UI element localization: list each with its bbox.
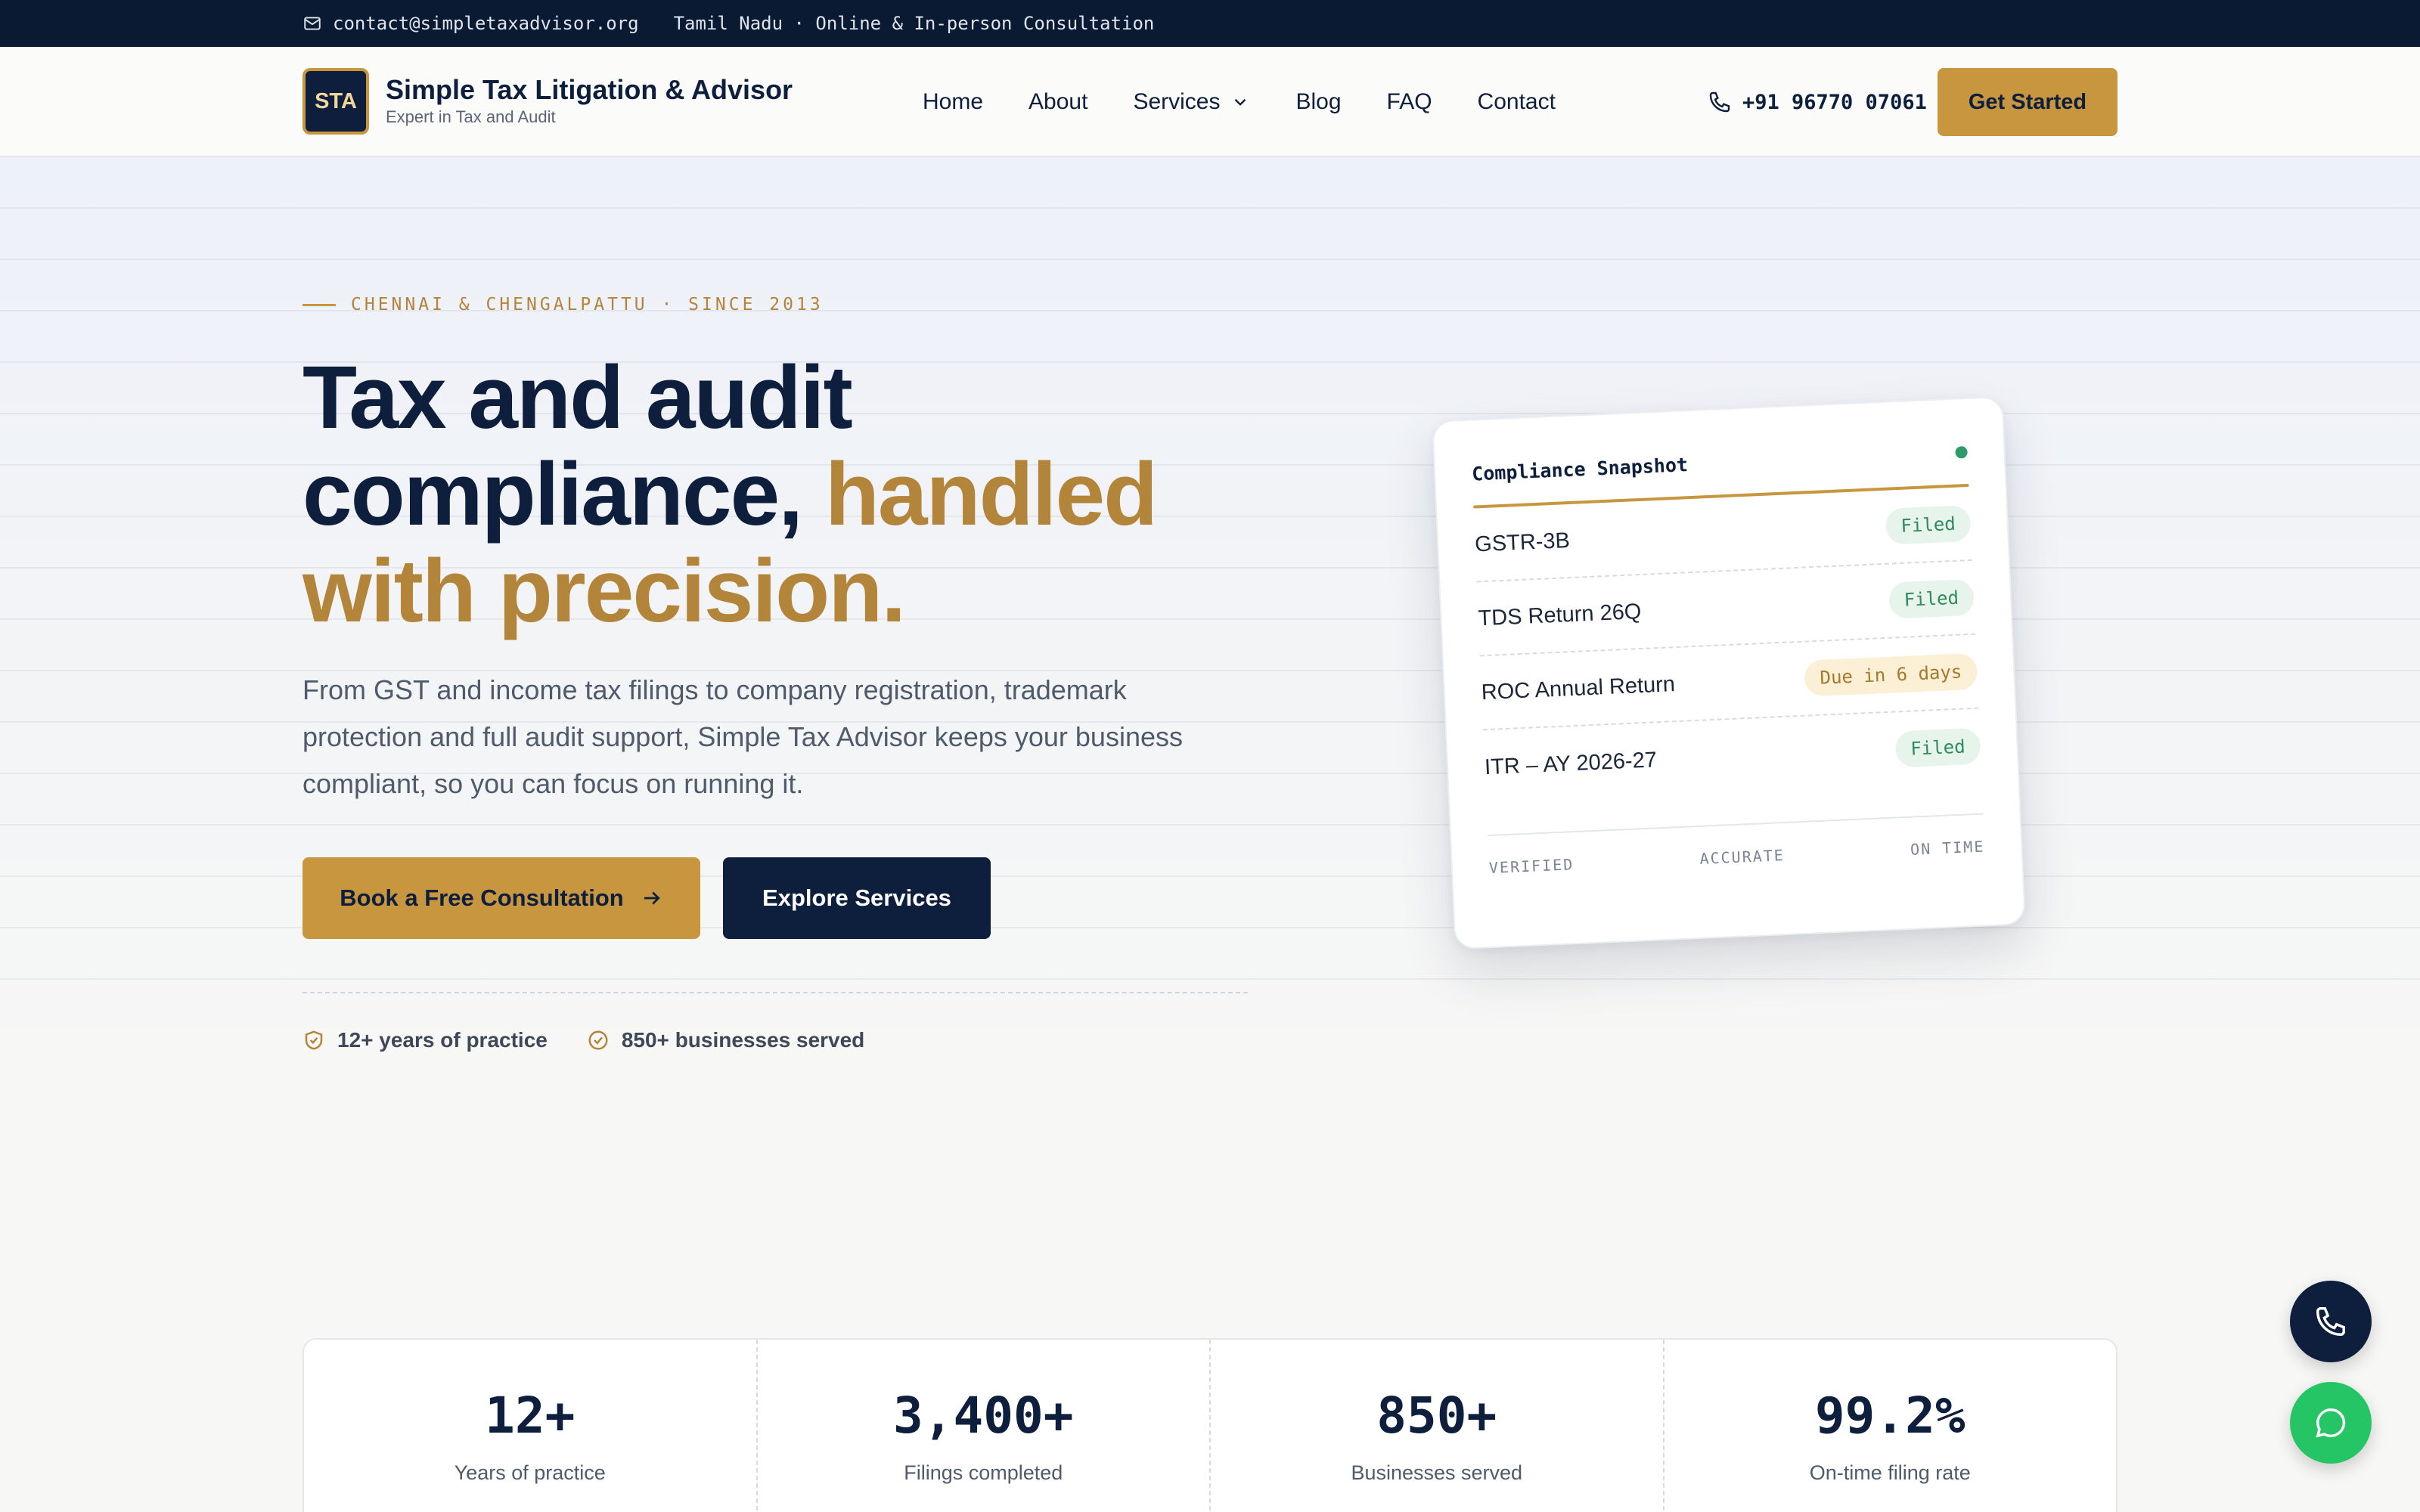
mail-icon — [304, 17, 321, 30]
book-consultation-button[interactable]: Book a Free Consultation — [302, 857, 700, 939]
nav-services-label: Services — [1133, 89, 1221, 114]
phone-icon — [2316, 1307, 2345, 1336]
trust-badges: 12+ years of practice 850+ businesses se… — [302, 1028, 864, 1052]
stat-label: Businesses served — [1351, 1461, 1523, 1484]
nav-contact[interactable]: Contact — [1478, 89, 1556, 115]
nav-faq[interactable]: FAQ — [1387, 89, 1432, 115]
hero-eyebrow: CHENNAI & CHENGALPATTU · SINCE 2013 — [302, 295, 824, 314]
shield-check-icon — [305, 1030, 323, 1050]
chevron-down-icon — [1235, 98, 1246, 106]
nav-home[interactable]: Home — [923, 89, 983, 115]
explore-services-button[interactable]: Explore Services — [723, 857, 991, 939]
status-badge: Due in 6 days — [1804, 652, 1978, 697]
stat-value: 99.2% — [1814, 1387, 1965, 1445]
status-badge: Filed — [1885, 504, 1972, 545]
card-footer: VERIFIED ACCURATE ON TIME — [1488, 813, 1985, 878]
book-consultation-label: Book a Free Consultation — [340, 885, 624, 911]
check-circle-icon — [588, 1030, 608, 1050]
status-badge: Filed — [1888, 578, 1975, 619]
brand-tagline: Expert in Tax and Audit — [386, 107, 556, 126]
footer-accurate: ACCURATE — [1699, 846, 1786, 868]
trust-item: 12+ years of practice — [302, 1028, 548, 1052]
stat-label: On-time filing rate — [1809, 1461, 1971, 1484]
whatsapp-fab-button[interactable] — [2290, 1382, 2372, 1464]
hero-divider — [302, 992, 1248, 993]
call-fab-button[interactable] — [2290, 1281, 2372, 1362]
eyebrow-text: CHENNAI & CHENGALPATTU · SINCE 2013 — [351, 295, 824, 314]
card-title: Compliance Snapshot — [1471, 453, 1689, 485]
footer-on-time: ON TIME — [1910, 837, 1985, 859]
trust-item: 850+ businesses served — [587, 1028, 864, 1052]
stat-value: 3,400+ — [893, 1387, 1074, 1445]
stat-item: 3,400+ Filings completed — [758, 1340, 1211, 1512]
chat-bubble-icon — [2316, 1408, 2346, 1438]
topbar-region: Tamil Nadu · Online & In-person Consulta… — [673, 13, 1155, 34]
hero-title-line2: compliance, — [302, 445, 803, 544]
stat-label: Years of practice — [454, 1461, 606, 1484]
stat-value: 12+ — [485, 1387, 576, 1445]
header-phone-number: +91 96770 07061 — [1742, 90, 1927, 114]
logo[interactable]: STA — [302, 68, 369, 135]
stat-item: 99.2% On-time filing rate — [1665, 1340, 2117, 1512]
main-nav: Home About Services Blog FAQ Contact — [923, 47, 1556, 157]
header-phone[interactable]: +91 96770 07061 — [1708, 47, 1927, 157]
site-header: STA Simple Tax Litigation & Advisor Expe… — [0, 47, 2420, 157]
topbar-email-text: contact@simpletaxadvisor.org — [333, 13, 639, 34]
hero-lede: From GST and income tax filings to compa… — [302, 674, 1183, 799]
stat-label: Filings completed — [904, 1461, 1063, 1484]
eyebrow-line — [302, 303, 336, 306]
compliance-snapshot-card: Compliance Snapshot GSTR-3B Filed TDS Re… — [1432, 395, 2026, 950]
stat-item: 850+ Businesses served — [1211, 1340, 1665, 1512]
status-badge: Filed — [1894, 727, 1981, 768]
get-started-button[interactable]: Get Started — [1938, 68, 2118, 136]
status-dot-icon — [1955, 445, 1968, 459]
stats-bar: 12+ Years of practice 3,400+ Filings com… — [302, 1338, 2118, 1512]
hero-title-accent1: handled — [824, 445, 1158, 544]
stat-value: 850+ — [1376, 1387, 1497, 1445]
nav-about[interactable]: About — [1028, 89, 1087, 115]
topbar-email[interactable]: contact@simpletaxadvisor.org — [302, 13, 639, 34]
hero-title-line1: Tax and audit — [302, 348, 853, 448]
arrow-right-icon — [644, 891, 660, 905]
card-header: Compliance Snapshot — [1471, 434, 1968, 492]
hero-title: Tax and audit compliance, handled with p… — [302, 349, 1286, 640]
hero-title-accent2: with precision. — [302, 541, 906, 641]
top-bar: contact@simpletaxadvisor.org Tamil Nadu … — [0, 0, 2420, 47]
footer-verified: VERIFIED — [1488, 855, 1575, 878]
nav-services[interactable]: Services — [1133, 89, 1250, 115]
nav-blog[interactable]: Blog — [1295, 89, 1341, 115]
brand-name[interactable]: Simple Tax Litigation & Advisor — [386, 74, 793, 106]
phone-icon — [1709, 91, 1730, 113]
stat-item: 12+ Years of practice — [304, 1340, 758, 1512]
